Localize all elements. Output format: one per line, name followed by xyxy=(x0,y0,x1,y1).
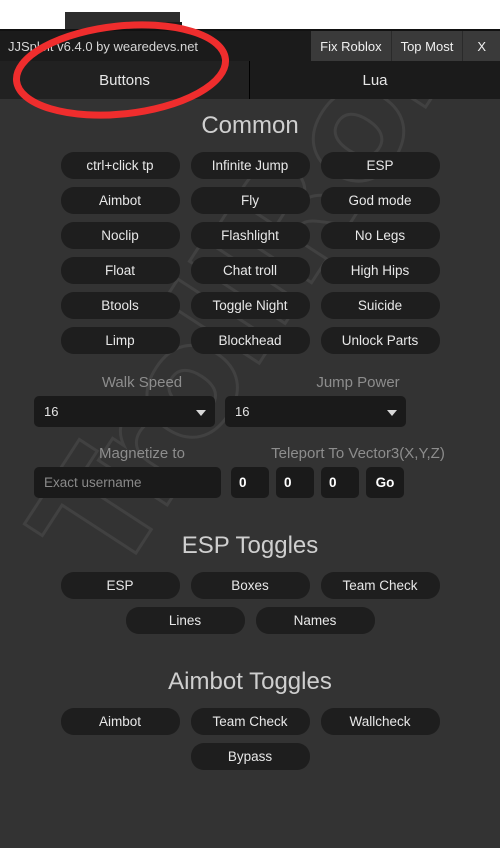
button-aimbot[interactable]: Aimbot xyxy=(60,187,180,214)
button-suicide[interactable]: Suicide xyxy=(320,292,440,319)
button-row: Noclip Flashlight No Legs xyxy=(0,222,500,249)
section-title-esp-toggles: ESP Toggles xyxy=(181,532,319,559)
button-limp[interactable]: Limp xyxy=(60,327,180,354)
walk-speed-label: Walk Speed xyxy=(101,374,183,391)
tab-lua[interactable]: Lua xyxy=(250,61,500,99)
jump-power-value: 16 xyxy=(235,404,250,419)
button-wallcheck[interactable]: Wallcheck xyxy=(320,708,440,735)
stats-fields: Walk Speed Jump Power 16 16 xyxy=(0,374,500,427)
panel-content: TrollRoblox Common ctrl+click tp Infinit… xyxy=(0,99,500,848)
button-names[interactable]: Names xyxy=(255,607,375,634)
tab-buttons[interactable]: Buttons xyxy=(0,61,250,99)
jump-power-label: Jump Power xyxy=(316,374,400,391)
button-no-legs[interactable]: No Legs xyxy=(320,222,440,249)
teleport-z-input[interactable] xyxy=(321,467,359,498)
button-esp[interactable]: ESP xyxy=(320,152,440,179)
button-row: Aimbot Team Check Wallcheck xyxy=(0,708,500,735)
button-btools[interactable]: Btools xyxy=(60,292,180,319)
button-row: Lines Names xyxy=(0,607,500,634)
chevron-down-icon xyxy=(387,409,397,416)
button-unlock-parts[interactable]: Unlock Parts xyxy=(320,327,440,354)
stats-field-controls: 16 16 xyxy=(34,396,466,427)
teleport-field-controls: Go xyxy=(34,467,466,498)
button-flashlight[interactable]: Flashlight xyxy=(190,222,310,249)
button-god-mode[interactable]: God mode xyxy=(320,187,440,214)
stats-field-labels: Walk Speed Jump Power xyxy=(34,374,466,396)
screenshot-root: JJSploit v6.4.0 by wearedevs.net Fix Rob… xyxy=(0,0,500,848)
button-esp-team-check[interactable]: Team Check xyxy=(320,572,440,599)
button-row: Btools Toggle Night Suicide xyxy=(0,292,500,319)
button-row: Float Chat troll High Hips xyxy=(0,257,500,284)
teleport-field-labels: Magnetize to Teleport To Vector3(X,Y,Z) xyxy=(34,445,466,467)
button-row: ctrl+click tp Infinite Jump ESP xyxy=(0,152,500,179)
magnetize-input[interactable] xyxy=(34,467,221,498)
title-bar-buttons: Fix Roblox Top Most X xyxy=(311,31,500,61)
teleport-label: Teleport To Vector3(X,Y,Z) xyxy=(271,445,445,462)
jjsploit-window: JJSploit v6.4.0 by wearedevs.net Fix Rob… xyxy=(0,31,500,848)
chevron-down-icon xyxy=(196,409,206,416)
button-ctrl-click-tp[interactable]: ctrl+click tp xyxy=(60,152,180,179)
top-most-button[interactable]: Top Most xyxy=(391,31,464,61)
title-bar: JJSploit v6.4.0 by wearedevs.net Fix Rob… xyxy=(0,31,500,61)
button-noclip[interactable]: Noclip xyxy=(60,222,180,249)
button-boxes[interactable]: Boxes xyxy=(190,572,310,599)
button-row: Bypass xyxy=(0,743,500,770)
button-chat-troll[interactable]: Chat troll xyxy=(190,257,310,284)
teleport-fields: Magnetize to Teleport To Vector3(X,Y,Z) … xyxy=(0,445,500,498)
teleport-x-input[interactable] xyxy=(231,467,269,498)
walk-speed-select[interactable]: 16 xyxy=(34,396,215,427)
jump-power-select[interactable]: 16 xyxy=(225,396,406,427)
section-title-common: Common xyxy=(201,112,299,139)
close-button[interactable]: X xyxy=(463,31,500,61)
button-float[interactable]: Float xyxy=(60,257,180,284)
button-esp-toggle[interactable]: ESP xyxy=(60,572,180,599)
button-row: Limp Blockhead Unlock Parts xyxy=(0,327,500,354)
fix-roblox-button[interactable]: Fix Roblox xyxy=(311,31,392,61)
magnetize-label: Magnetize to xyxy=(99,445,185,462)
vector3-inputs: Go xyxy=(231,467,404,498)
teleport-go-button[interactable]: Go xyxy=(366,467,404,498)
button-blockhead[interactable]: Blockhead xyxy=(190,327,310,354)
section-title-aimbot-toggles: Aimbot Toggles xyxy=(168,668,332,695)
button-aimbot-toggle[interactable]: Aimbot xyxy=(60,708,180,735)
teleport-y-input[interactable] xyxy=(276,467,314,498)
button-infinite-jump[interactable]: Infinite Jump xyxy=(190,152,310,179)
button-bypass[interactable]: Bypass xyxy=(190,743,310,770)
button-aimbot-team-check[interactable]: Team Check xyxy=(190,708,310,735)
window-title: JJSploit v6.4.0 by wearedevs.net xyxy=(8,38,199,54)
button-lines[interactable]: Lines xyxy=(125,607,245,634)
walk-speed-value: 16 xyxy=(44,404,59,419)
tab-bar: Buttons Lua xyxy=(0,61,500,99)
button-fly[interactable]: Fly xyxy=(190,187,310,214)
button-row: Aimbot Fly God mode xyxy=(0,187,500,214)
button-toggle-night[interactable]: Toggle Night xyxy=(190,292,310,319)
button-high-hips[interactable]: High Hips xyxy=(320,257,440,284)
button-row: ESP Boxes Team Check xyxy=(0,572,500,599)
